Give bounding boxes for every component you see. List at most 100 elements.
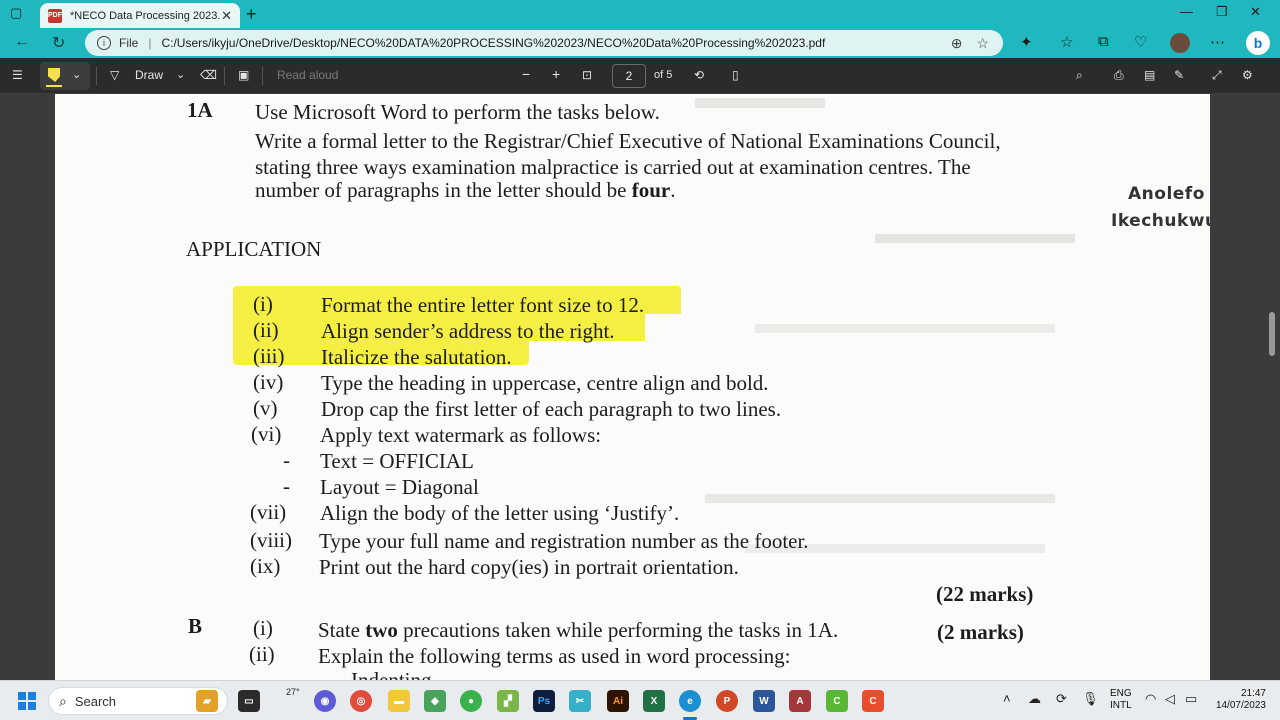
- more-options-icon[interactable]: ⋯: [1210, 33, 1225, 51]
- application-item-text: Type the heading in uppercase, centre al…: [321, 371, 769, 395]
- page-view-icon[interactable]: ▯: [732, 68, 739, 82]
- add-text-icon[interactable]: ▣: [238, 68, 249, 82]
- toolbar-divider: [96, 67, 97, 85]
- refresh-icon[interactable]: ↻: [52, 33, 65, 53]
- minimize-icon[interactable]: —: [1180, 4, 1193, 19]
- chat-app-icon[interactable]: ◉: [314, 690, 336, 712]
- application-item-number: (v): [253, 396, 278, 420]
- print-icon[interactable]: ⎙: [1114, 68, 1124, 83]
- tab-actions-icon[interactable]: ▢: [10, 5, 30, 23]
- battery-icon[interactable]: ▭: [1185, 691, 1197, 707]
- address-bar[interactable]: i File | C:/Users/ikyju/OneDrive/Desktop…: [85, 30, 1003, 56]
- question-label-1a: 1A: [187, 98, 213, 122]
- qb-i-text-a: State: [318, 618, 366, 642]
- volume-icon[interactable]: ◁: [1165, 691, 1175, 707]
- edge-icon[interactable]: e: [679, 690, 701, 712]
- new-tab-icon[interactable]: +: [246, 4, 257, 25]
- file-explorer-icon[interactable]: ▬: [388, 690, 410, 712]
- powerpoint-icon[interactable]: P: [716, 690, 738, 712]
- save-icon[interactable]: ▤: [1144, 68, 1155, 82]
- page-number-input[interactable]: 2: [612, 64, 646, 88]
- app-icon[interactable]: ●: [460, 690, 482, 712]
- document-viewer[interactable]: 1A Use Microsoft Word to perform the tas…: [0, 94, 1280, 680]
- qb-i-number: (i): [253, 616, 273, 640]
- draw-icon[interactable]: ▽: [110, 68, 119, 82]
- qb-i-marks: (2 marks): [937, 620, 1024, 644]
- search-icon[interactable]: ⌕: [1076, 68, 1083, 83]
- search-icon: ⌕: [59, 692, 67, 709]
- application-item-text: Type your full name and registration num…: [319, 529, 809, 553]
- language-indicator[interactable]: ENG INTL: [1110, 688, 1132, 712]
- camtasia-icon[interactable]: C: [826, 690, 848, 712]
- highlight-tool-button[interactable]: ⌄: [40, 62, 90, 90]
- tab-title: *NECO Data Processing 2023.pdf: [70, 9, 222, 22]
- info-icon[interactable]: i: [97, 36, 111, 50]
- highlight-color-bar: [46, 85, 62, 87]
- author-name-line-2: Ikechukwu: [1111, 211, 1210, 231]
- refresh-sync-icon[interactable]: ⟳: [1056, 691, 1067, 707]
- snipping-tool-icon[interactable]: ✂: [569, 690, 591, 712]
- bleed-through-mark: [695, 98, 825, 108]
- draw-chevron-icon[interactable]: ⌄: [176, 68, 185, 81]
- access-icon[interactable]: A: [789, 690, 811, 712]
- extensions-icon[interactable]: ✦: [1020, 33, 1033, 51]
- photoshop-icon[interactable]: Ps: [533, 690, 555, 712]
- application-item-number: (iii): [253, 344, 285, 368]
- settings-gear-icon[interactable]: ⚙: [1242, 68, 1253, 82]
- app-icon[interactable]: ◆: [424, 690, 446, 712]
- application-item-text: Align sender’s address to the right.: [321, 319, 615, 343]
- draw-label[interactable]: Draw: [135, 68, 163, 82]
- favorite-star-icon[interactable]: ☆: [976, 35, 989, 52]
- profile-avatar[interactable]: [1170, 33, 1190, 53]
- microphone-icon[interactable]: 🎙: [1082, 691, 1099, 707]
- collections-icon[interactable]: ⧉: [1098, 33, 1109, 50]
- wifi-icon[interactable]: ◠: [1145, 691, 1156, 707]
- zoom-out-icon[interactable]: −: [522, 66, 530, 82]
- close-window-icon[interactable]: ✕: [1250, 4, 1261, 20]
- back-icon[interactable]: ←: [14, 33, 30, 51]
- briefcase-app-icon[interactable]: ▰: [196, 690, 218, 712]
- question-label-b: B: [188, 614, 203, 638]
- tab-close-icon[interactable]: ✕: [221, 8, 232, 24]
- tab-pdf[interactable]: PDF *NECO Data Processing 2023.pdf ✕: [40, 3, 240, 28]
- windows-start-icon[interactable]: [18, 692, 36, 710]
- chevron-down-icon[interactable]: ⌄: [72, 68, 81, 81]
- url-text[interactable]: C:/Users/ikyju/OneDrive/Desktop/NECO%20D…: [161, 36, 950, 50]
- zoom-in-icon[interactable]: +: [552, 66, 560, 82]
- illustrator-icon[interactable]: Ai: [607, 690, 629, 712]
- favorites-icon[interactable]: ☆: [1060, 33, 1073, 51]
- system-clock[interactable]: 21:47 14/07/2023: [1210, 688, 1266, 712]
- maximize-icon[interactable]: ❐: [1216, 4, 1228, 20]
- app-icon[interactable]: ▞: [497, 690, 519, 712]
- onedrive-icon[interactable]: ☁: [1028, 691, 1041, 707]
- zoom-icon[interactable]: ⊕: [951, 35, 963, 52]
- application-item-text: Text = OFFICIAL: [320, 449, 474, 473]
- application-item-text: Drop cap the first letter of each paragr…: [321, 397, 782, 421]
- chrome-icon[interactable]: ◎: [350, 690, 372, 712]
- bing-copilot-icon[interactable]: b: [1246, 31, 1270, 55]
- app-icon[interactable]: C: [862, 690, 884, 712]
- browser-essentials-icon[interactable]: ♡: [1134, 33, 1147, 51]
- fit-page-icon[interactable]: ⊡: [582, 68, 592, 82]
- q1a-line-1: Use Microsoft Word to perform the tasks …: [255, 100, 660, 124]
- task-view-icon[interactable]: ▭: [238, 690, 260, 712]
- q1a-line-4: number of paragraphs in the letter shoul…: [255, 178, 675, 203]
- contents-icon[interactable]: ☰: [12, 68, 23, 82]
- read-aloud-button[interactable]: Read aloud: [277, 68, 338, 82]
- marks-22: (22 marks): [936, 582, 1034, 606]
- tab-strip: ▢ PDF *NECO Data Processing 2023.pdf ✕ +…: [0, 0, 1280, 28]
- scrollbar-thumb[interactable]: [1269, 312, 1275, 356]
- application-item-number: (viii): [250, 528, 292, 552]
- bleed-through-mark: [705, 494, 1055, 503]
- save-as-icon[interactable]: ✎: [1174, 68, 1184, 82]
- q1a-line-4-bold: four: [631, 178, 671, 202]
- rotate-icon[interactable]: ⟲: [694, 68, 704, 82]
- search-label: Search: [74, 693, 117, 709]
- application-item-text: Print out the hard copy(ies) in portrait…: [319, 555, 739, 579]
- fullscreen-icon[interactable]: ⤢: [1212, 68, 1222, 83]
- weather-widget[interactable]: 27°: [286, 687, 300, 697]
- show-hidden-icons-chevron-icon[interactable]: ˄: [1003, 691, 1011, 706]
- eraser-icon[interactable]: ⌫: [200, 68, 217, 82]
- excel-icon[interactable]: X: [643, 690, 665, 712]
- word-icon[interactable]: W: [753, 690, 775, 712]
